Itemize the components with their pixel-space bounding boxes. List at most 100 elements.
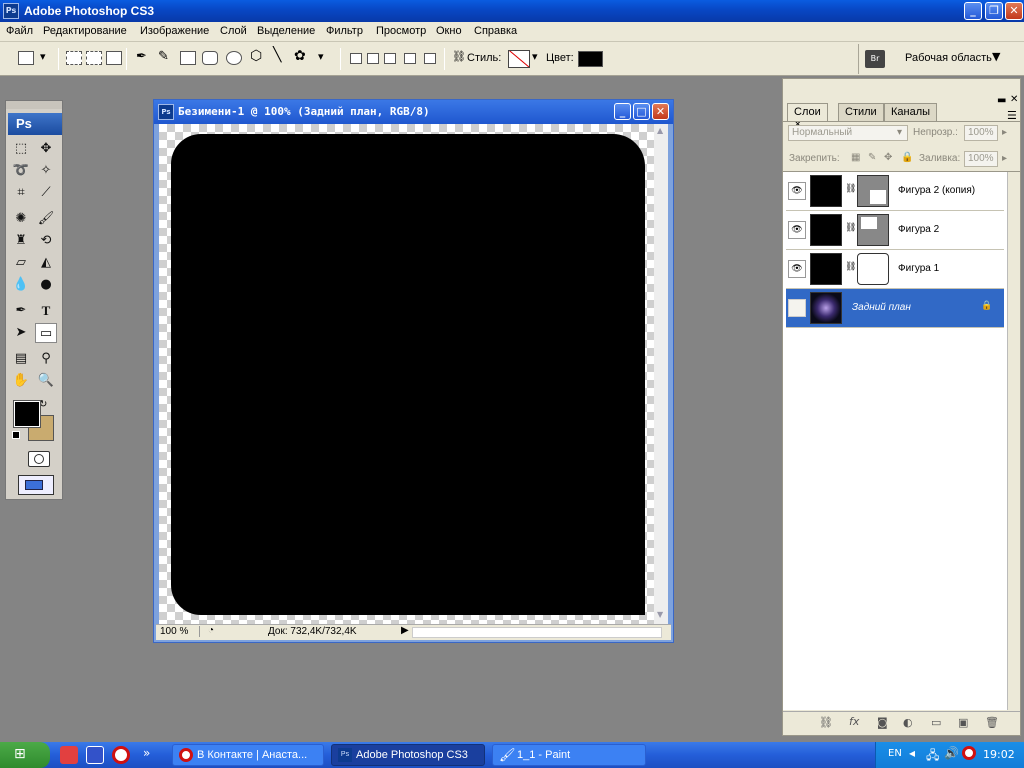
chevron-right-icon[interactable]: ▸ (1002, 153, 1007, 164)
zoom-level[interactable]: 100 % (160, 626, 200, 637)
layer-style-icon[interactable]: fx (849, 715, 859, 728)
notes-icon[interactable]: ▤ (10, 349, 32, 369)
style-picker[interactable] (508, 50, 530, 68)
doc-maximize-button[interactable]: □ (633, 103, 650, 120)
marquee-icon[interactable]: ⬚ (10, 139, 32, 159)
restore-button[interactable]: ❐ (985, 2, 1003, 20)
mask-link-icon[interactable]: ⛓ (845, 184, 856, 194)
lasso-icon[interactable]: ➰ (10, 161, 32, 181)
crop-icon[interactable]: ⌗ (10, 183, 32, 203)
link-icon[interactable]: ⛓ (452, 50, 466, 63)
menu-help[interactable]: Справка (474, 25, 517, 37)
type-icon[interactable]: T (35, 301, 57, 321)
freeform-pen-icon[interactable]: ✎ (158, 48, 169, 64)
pen-icon[interactable]: ✒ (10, 301, 32, 321)
color-swatch[interactable] (578, 51, 603, 67)
start-button[interactable]: ⊞ (0, 742, 50, 768)
panel-close-icon[interactable]: ✕ (1010, 94, 1018, 105)
vertical-scrollbar[interactable]: ▲ ▼ (654, 124, 668, 624)
visibility-eye-icon[interactable]: 👁 (788, 182, 806, 200)
pen-tool-icon[interactable]: ✒ (136, 48, 147, 64)
layer-row[interactable]: Задний план 🔒 (786, 289, 1004, 328)
menu-view[interactable]: Просмотр (376, 25, 426, 37)
new-shape-area-icon[interactable] (350, 53, 362, 64)
layer-name[interactable]: Фигура 1 (898, 263, 939, 274)
task-paint[interactable]: 🖌 1_1 - Paint (492, 744, 646, 766)
tool-preset-icon[interactable] (18, 51, 34, 65)
lock-all-icon[interactable]: 🔒 (901, 152, 913, 163)
menu-layer[interactable]: Слой (220, 25, 247, 37)
tab-styles[interactable]: Стили (838, 103, 884, 121)
minimize-button[interactable]: _ (964, 2, 982, 20)
zoom-icon[interactable]: 🔍 (35, 371, 57, 391)
lock-image-icon[interactable]: ✎ (868, 152, 876, 163)
rounded-rectangle-icon[interactable] (202, 51, 218, 65)
opera-icon[interactable] (112, 746, 130, 764)
quick-launch-expand-icon[interactable]: » (143, 746, 150, 760)
chevron-down-icon[interactable]: ▾ (532, 50, 538, 63)
line-tool-icon[interactable]: ╲ (273, 46, 281, 63)
menu-select[interactable]: Выделение (257, 25, 315, 37)
new-layer-icon[interactable]: ▣ (958, 716, 968, 729)
layer-row[interactable]: 👁 ⛓ Фигура 2 (786, 211, 1004, 250)
opacity-field[interactable]: 100% (964, 125, 998, 141)
opera-tray-icon[interactable] (962, 746, 976, 760)
doc-minimize-button[interactable]: _ (614, 103, 631, 120)
magic-wand-icon[interactable]: ✧ (35, 161, 57, 181)
menu-file[interactable]: Файл (6, 25, 33, 37)
blur-icon[interactable]: 💧 (10, 275, 32, 295)
scroll-up-icon[interactable]: ▲ (657, 126, 663, 135)
dodge-icon[interactable]: ● (35, 275, 57, 295)
mask-link-icon[interactable]: ⛓ (845, 262, 856, 272)
doc-close-button[interactable]: ✕ (652, 103, 669, 120)
tab-layers[interactable]: Слои ✕ (787, 103, 828, 129)
visibility-eye-icon[interactable]: 👁 (788, 260, 806, 278)
clone-stamp-icon[interactable]: ♜ (10, 231, 32, 251)
chevron-down-icon[interactable]: ▼ (992, 50, 1000, 63)
task-photoshop[interactable]: Ps Adobe Photoshop CS3 (331, 744, 485, 766)
menu-filter[interactable]: Фильтр (326, 25, 363, 37)
paint-bucket-icon[interactable]: ◭ (35, 253, 57, 273)
horizontal-scrollbar[interactable] (412, 627, 662, 638)
eyedropper-icon[interactable]: ⚲ (35, 349, 57, 369)
visibility-eye-icon[interactable]: 👁 (788, 221, 806, 239)
slice-icon[interactable]: ⟋ (35, 183, 57, 203)
shape-layers-icon[interactable] (66, 51, 82, 65)
clock[interactable]: 19:02 (983, 748, 1015, 761)
status-arrow-icon[interactable]: ▶ (401, 625, 409, 636)
layer-name[interactable]: Задний план (852, 302, 911, 313)
polygon-tool-icon[interactable]: ⬡ (250, 47, 262, 64)
paths-icon[interactable] (86, 51, 102, 65)
scroll-down-icon[interactable]: ▼ (657, 610, 663, 619)
foreground-color-swatch[interactable] (13, 400, 41, 428)
custom-shape-icon[interactable]: ✿ (294, 47, 306, 64)
subtract-shape-area-icon[interactable] (384, 53, 396, 64)
rounded-rectangle-shape[interactable] (171, 134, 645, 615)
tab-channels[interactable]: Каналы (884, 103, 938, 121)
tray-menu-icon[interactable]: ◂ (909, 746, 915, 760)
menu-window[interactable]: Окно (436, 25, 462, 37)
path-selection-icon[interactable]: ➤ (10, 323, 32, 343)
fill-field[interactable]: 100% (964, 151, 998, 167)
task-browser[interactable]: В Контакте | Анаста... (172, 744, 324, 766)
volume-icon[interactable]: 🔊 (944, 746, 959, 760)
layer-name[interactable]: Фигура 2 (копия) (898, 185, 975, 196)
bridge-icon[interactable]: Br (865, 50, 885, 68)
rectangle-tool-icon[interactable] (180, 51, 196, 65)
healing-brush-icon[interactable]: ✺ (10, 209, 32, 229)
chevron-down-icon[interactable]: ▾ (897, 127, 902, 138)
fill-pixels-icon[interactable] (106, 51, 122, 65)
chevron-down-icon[interactable]: ▾ (318, 50, 324, 63)
status-menu-icon[interactable]: ◔ (208, 625, 214, 636)
save-icon[interactable] (86, 746, 104, 764)
workspace-switcher[interactable]: Br Рабочая область ▼ (858, 44, 1018, 74)
swap-colors-icon[interactable]: ↻ (39, 399, 47, 410)
toolbox-grip[interactable] (6, 101, 62, 109)
layer-row[interactable]: 👁 ⛓ Фигура 1 (786, 250, 1004, 289)
quick-launch-app-icon[interactable] (60, 746, 78, 764)
mask-link-icon[interactable]: ⛓ (845, 223, 856, 233)
move-icon[interactable]: ✥ (35, 139, 57, 159)
lock-transparency-icon[interactable]: ▦ (851, 152, 860, 163)
delete-layer-icon[interactable]: 🗑 (985, 716, 999, 729)
panel-minimize-icon[interactable]: ▬ (997, 95, 1006, 106)
